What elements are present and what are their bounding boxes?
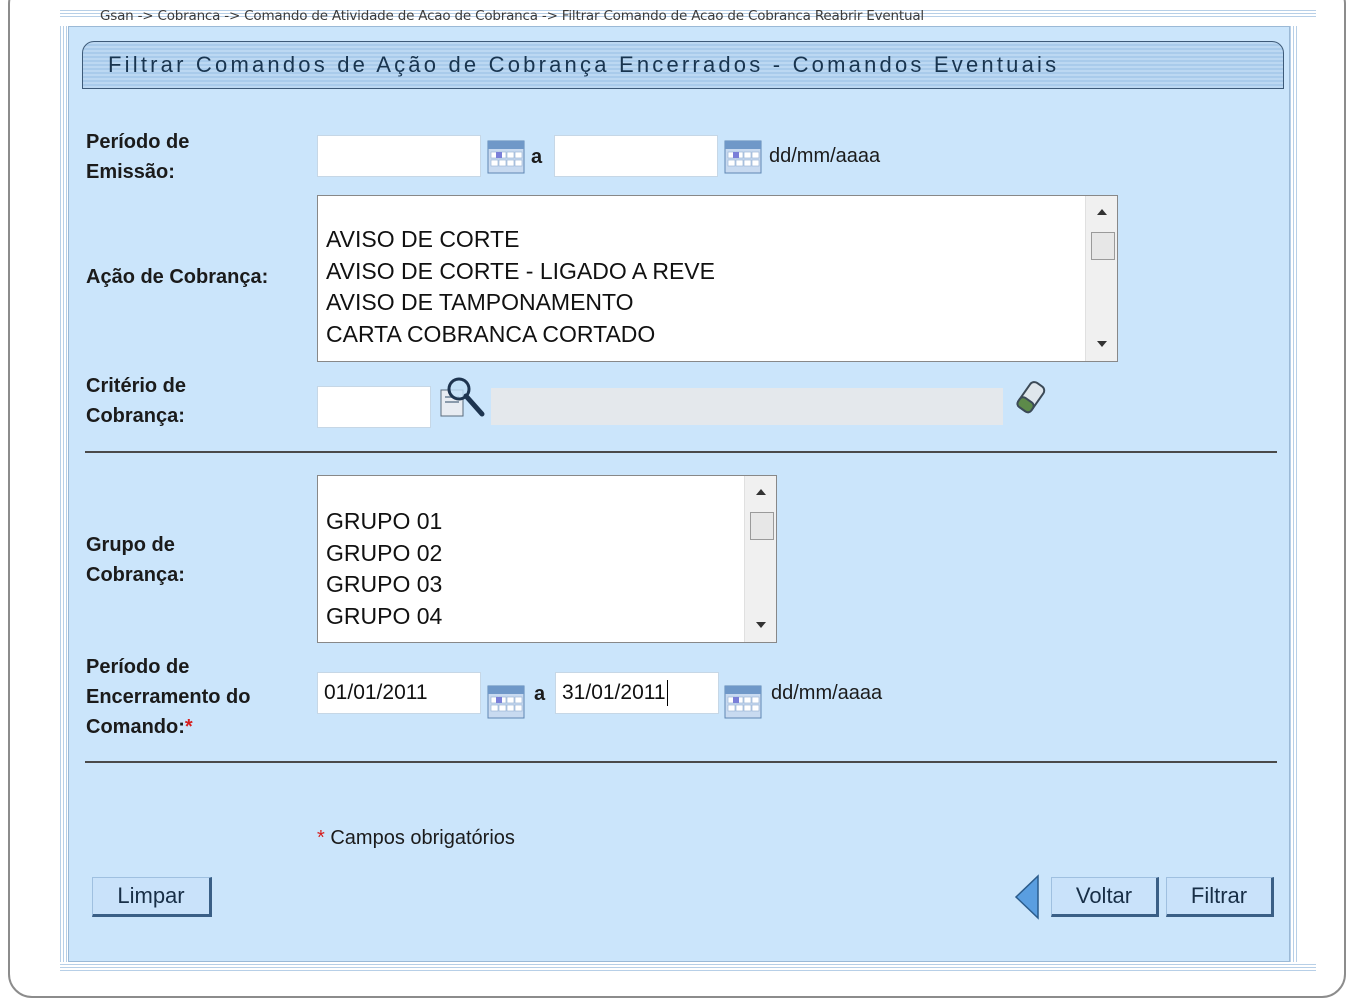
criterio-code-input[interactable] (317, 386, 431, 428)
scroll-down-icon[interactable] (756, 622, 766, 628)
encerramento-format-hint: dd/mm/aaaa (771, 682, 883, 704)
encerramento-label-line2: Encerramento do (86, 686, 251, 708)
left-stripe (60, 26, 68, 962)
grupo-cobranca-listbox[interactable]: GRUPO 01 GRUPO 02 GRUPO 03 GRUPO 04 (317, 475, 777, 643)
scroll-up-icon[interactable] (756, 489, 766, 495)
list-item[interactable]: GRUPO 03 (326, 569, 442, 601)
calendar-icon[interactable] (487, 140, 525, 174)
criterio-label-line2: Cobrança: (86, 405, 185, 427)
periodo-emissao-label: Período de Emissão: (86, 127, 189, 187)
encerramento-label-line1: Período de (86, 656, 190, 678)
section-divider (85, 761, 1277, 763)
scrollbar[interactable] (1085, 196, 1117, 361)
bottom-stripe (60, 964, 1316, 972)
filtrar-button[interactable]: Filtrar (1166, 877, 1274, 917)
calendar-icon[interactable] (487, 685, 525, 719)
encerramento-end-value: 31/01/2011 (562, 681, 666, 704)
text-cursor (666, 680, 668, 707)
required-mark: * (184, 716, 193, 738)
emissao-format-hint: dd/mm/aaaa (769, 145, 881, 167)
calendar-icon[interactable] (724, 140, 762, 174)
scroll-down-icon[interactable] (1097, 341, 1107, 347)
scroll-thumb[interactable] (750, 512, 774, 540)
eraser-icon[interactable] (1011, 377, 1051, 417)
list-item[interactable]: GRUPO 02 (326, 538, 442, 570)
scroll-up-icon[interactable] (1097, 209, 1107, 215)
back-arrow-icon[interactable] (1014, 874, 1040, 920)
periodo-emissao-label-line2: Emissão: (86, 161, 175, 183)
list-item[interactable]: AVISO DE TAMPONAMENTO (326, 287, 715, 319)
list-item[interactable]: AVISO DE CORTE (326, 224, 715, 256)
section-divider (85, 451, 1277, 453)
search-icon[interactable] (438, 374, 486, 422)
breadcrumb: Gsan -> Cobranca -> Comando de Atividade… (100, 8, 924, 24)
calendar-icon[interactable] (724, 685, 762, 719)
encerramento-start-input[interactable]: 01/01/2011 (317, 672, 481, 714)
list-item[interactable]: CARTA COBRANCA CORTADO (326, 319, 715, 351)
list-item[interactable]: GRUPO 01 (326, 506, 442, 538)
criterio-label-line1: Critério de (86, 375, 187, 397)
encerramento-separator: a (534, 683, 546, 705)
required-mark: * (317, 827, 325, 849)
required-fields-note: * Campos obrigatórios (317, 827, 515, 850)
criterio-description-field (491, 388, 1003, 425)
scrollbar[interactable] (744, 476, 776, 642)
emissao-end-input[interactable] (554, 135, 718, 177)
limpar-button[interactable]: Limpar (92, 877, 212, 917)
list-item[interactable]: GRUPO 04 (326, 601, 442, 633)
emissao-start-input[interactable] (317, 135, 481, 177)
periodo-emissao-label-line1: Período de (86, 131, 190, 153)
scroll-thumb[interactable] (1091, 232, 1115, 260)
emissao-separator: a (531, 146, 543, 168)
grupo-label-line2: Cobrança: (86, 564, 185, 586)
right-stripe (1290, 26, 1298, 962)
encerramento-label-line3: Comando:* (86, 712, 250, 742)
page-title: Filtrar Comandos de Ação de Cobrança Enc… (108, 52, 1060, 77)
encerramento-end-input[interactable]: 31/01/2011 (555, 672, 719, 714)
grupo-cobranca-label: Grupo de Cobrança: (86, 530, 185, 590)
required-note-text: Campos obrigatórios (330, 827, 515, 849)
list-item[interactable]: AVISO DE CORTE - LIGADO A REVE (326, 256, 715, 288)
periodo-encerramento-label: Período de Encerramento do Comando:* (86, 652, 250, 742)
acao-cobranca-label: Ação de Cobrança: (86, 266, 269, 288)
grupo-label-line1: Grupo de (86, 534, 175, 556)
criterio-cobranca-label: Critério de Cobrança: (86, 371, 186, 431)
encerramento-label-text: Comando: (86, 716, 185, 738)
voltar-button[interactable]: Voltar (1051, 877, 1159, 917)
acao-cobranca-listbox[interactable]: AVISO DE CORTE AVISO DE CORTE - LIGADO A… (317, 195, 1118, 362)
